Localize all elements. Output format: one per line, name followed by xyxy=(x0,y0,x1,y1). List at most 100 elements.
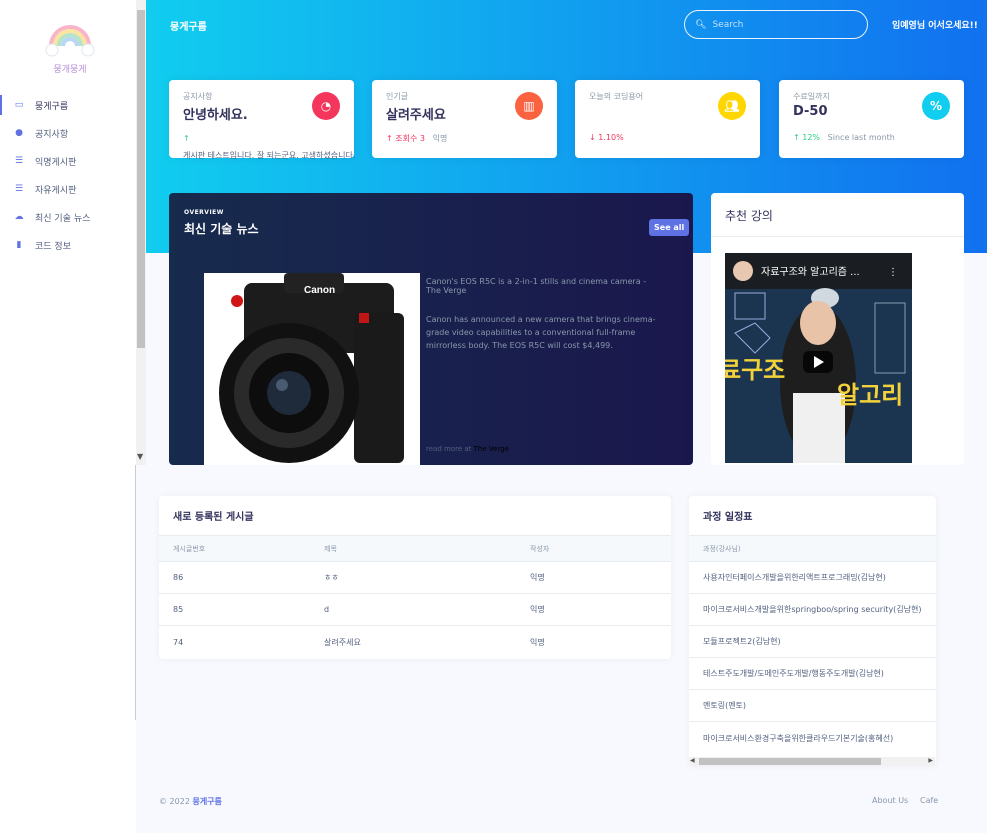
sidebar-item-notice[interactable]: ● 공지사항 xyxy=(0,121,136,145)
welcome-text[interactable]: 임예영님 어서오세요!! xyxy=(892,18,978,31)
pie-chart-icon: ◔ xyxy=(312,92,340,120)
post-author: 익명 xyxy=(530,637,545,647)
stat-label: 인기글 xyxy=(386,92,409,101)
video-player[interactable]: 자료구조와 알고리즘 ... ⋮ 료구조 알고리 xyxy=(725,253,912,463)
divider xyxy=(711,236,964,237)
svg-text:알고리: 알고리 xyxy=(837,381,903,409)
list-icon: ☰ xyxy=(14,156,24,166)
stat-label: 수료일까지 xyxy=(793,92,830,101)
svg-text:료구조: 료구조 xyxy=(725,356,785,384)
sidebar-item-label: 코드 정보 xyxy=(35,241,71,252)
post-author: 익명 xyxy=(530,573,545,582)
post-title[interactable]: d xyxy=(324,605,530,614)
see-all-button[interactable]: See all xyxy=(649,219,690,236)
posts-title: 새로 등록된 게시글 xyxy=(159,496,671,536)
stat-footer-text: 조회수 3 xyxy=(395,134,425,143)
recommended-lecture-card: 추천 강의 자료구조와 알고리즘 ... ⋮ 료구조 알고리 xyxy=(711,193,964,465)
news-title: 최신 기술 뉴스 xyxy=(184,222,259,236)
stat-value: 안녕하세요. xyxy=(183,108,248,123)
column-header: 작성자 xyxy=(530,544,550,553)
footer-brand-link[interactable]: 뭉게구름 xyxy=(192,797,221,806)
stat-footer-extra: 익명 xyxy=(432,134,448,143)
schedule-row: 마이크로서비스개발을위한springboo/spring security(김남… xyxy=(689,594,936,626)
news-overline: OVERVIEW xyxy=(184,209,224,216)
sidebar-item-code-info[interactable]: ▮ 코드 정보 xyxy=(0,233,136,257)
tv-icon: ▭ xyxy=(14,100,24,110)
news-image[interactable]: Canon xyxy=(204,273,420,465)
stat-card-popular[interactable]: 인기글 살려주세요 ▥ ↑ 조회수 3 익명 xyxy=(372,80,557,158)
scroll-left-icon[interactable]: ◀ xyxy=(690,757,695,764)
users-icon: 👥︎ xyxy=(718,92,746,120)
stat-footer: ↓ 1.10% xyxy=(589,133,624,142)
read-more-label: read more at xyxy=(426,445,472,453)
scroll-down-icon[interactable]: ▼ xyxy=(137,452,143,461)
footer-link-cafe[interactable]: Cafe xyxy=(920,796,938,805)
stat-footer-text: 게시판 테스트입니다. 잘 되는군요. 고생하셨습니다. xyxy=(183,151,356,160)
post-title[interactable]: 살려주세요 xyxy=(324,637,530,648)
post-number: 86 xyxy=(173,573,184,582)
post-author: 익명 xyxy=(530,605,545,614)
sidebar-item-anonymous-board[interactable]: ☰ 익명게시판 xyxy=(0,149,136,173)
stat-footer-text: 12% xyxy=(802,133,821,142)
stat-footer: ↑ 조회수 3 익명 xyxy=(386,133,447,144)
table-row[interactable]: 86 ㅎㅎ 익명 xyxy=(159,562,671,594)
arrow-up-icon: ↑ xyxy=(793,133,800,142)
video-thumbnail: 자료구조와 알고리즘 ... ⋮ 료구조 알고리 xyxy=(725,253,912,463)
news-headline[interactable]: Canon's EOS R5C is a 2-in-1 stills and c… xyxy=(426,277,656,295)
pin-icon: ● xyxy=(15,128,23,138)
stat-label: 오늘의 코딩용어 xyxy=(589,92,644,101)
arrow-down-icon: ↓ xyxy=(589,133,596,142)
sidebar-item-label: 뭉게구름 xyxy=(35,101,69,112)
column-header: 게시글번호 xyxy=(173,544,206,553)
stat-footer: ↑ xyxy=(183,134,190,143)
sidebar: 뭉개뭉게 ▭ 뭉게구름 ● 공지사항 ☰ 익명게시판 ☰ 자유게시판 ☁ 최신 … xyxy=(0,0,136,833)
stat-footer: ↑ 12% Since last month xyxy=(793,133,895,142)
stat-footer-extra: Since last month xyxy=(827,133,895,142)
search-bar[interactable]: 🔍︎ xyxy=(684,10,868,39)
sidebar-scrollbar[interactable]: ▼ xyxy=(136,0,146,465)
arrow-up-icon: ↑ xyxy=(386,134,393,143)
schedule-row: 마이크로서비스환경구축을위한클라우드기본기술(홍혜선) xyxy=(703,733,894,743)
sidebar-item-label: 자유게시판 xyxy=(35,185,77,196)
scroll-right-icon[interactable]: ▶ xyxy=(928,757,933,764)
stat-value: D-50 xyxy=(793,104,828,119)
stat-label: 공지사항 xyxy=(183,92,213,101)
sidebar-item-free-board[interactable]: ☰ 자유게시판 xyxy=(0,177,136,201)
svg-text:Canon: Canon xyxy=(304,285,335,296)
post-title[interactable]: ㅎㅎ xyxy=(324,572,530,583)
schedule-title: 과정 일정표 xyxy=(689,496,936,536)
table-row[interactable]: 74 살려주세요 익명 xyxy=(159,626,671,658)
new-posts-card: 새로 등록된 게시글 게시글번호 제목 작성자 86 ㅎㅎ 익명 85 d 익명… xyxy=(159,496,671,659)
search-icon: 🔍︎ xyxy=(695,19,707,30)
scrollbar-thumb[interactable] xyxy=(137,10,145,348)
schedule-row: 테스트주도개발/도메인주도개발/행동주도개발(김남현) xyxy=(689,658,936,690)
stat-card-notice[interactable]: 공지사항 안녕하세요. ◔ ↑ 게시판 테스트입니다. 잘 되는군요. 고생하셨… xyxy=(169,80,356,160)
rainbow-logo-icon[interactable] xyxy=(45,14,95,60)
stat-card-coding-term[interactable]: 오늘의 코딩용어 👥︎ ↓ 1.10% xyxy=(575,80,760,158)
news-description: Canon has announced a new camera that br… xyxy=(426,315,656,350)
book-icon: ▮ xyxy=(16,240,22,250)
sidebar-item-home[interactable]: ▭ 뭉게구름 xyxy=(0,93,136,117)
news-source-link[interactable]: The Verge xyxy=(474,445,509,453)
schedule-row: 사용자인터페이스개발을위한리액트프로그래밍(김남현) xyxy=(689,562,936,594)
scrollbar-thumb[interactable] xyxy=(699,758,881,765)
sidebar-item-tech-news[interactable]: ☁ 최신 기술 뉴스 xyxy=(0,205,136,229)
stat-card-dday[interactable]: 수료일까지 D-50 % ↑ 12% Since last month xyxy=(779,80,964,158)
brand-link[interactable]: 뭉게구름 xyxy=(170,18,207,33)
bar-chart-icon: ▥ xyxy=(515,92,543,120)
post-number: 85 xyxy=(173,605,184,614)
horizontal-scrollbar[interactable]: ◀ ▶ xyxy=(689,757,935,766)
table-row[interactable]: 85 d 익명 xyxy=(159,594,671,626)
copyright-text: © 2022 xyxy=(159,797,190,806)
footer-link-about[interactable]: About Us xyxy=(872,796,908,805)
stat-value: 살려주세요 xyxy=(386,108,446,123)
column-header: 제목 xyxy=(324,544,337,553)
course-schedule-card: 과정 일정표 과정(강사님) 사용자인터페이스개발을위한리액트프로그래밍(김남현… xyxy=(689,496,936,766)
search-input[interactable] xyxy=(712,19,853,30)
news-read-more: read more at The Verge xyxy=(426,445,509,453)
video-title: 자료구조와 알고리즘 ... xyxy=(761,266,860,278)
post-number: 74 xyxy=(173,637,184,647)
percent-icon: % xyxy=(922,92,950,120)
recommended-title: 추천 강의 xyxy=(725,209,773,223)
tech-news-card: OVERVIEW 최신 기술 뉴스 See all Canon Canon's … xyxy=(169,193,693,465)
